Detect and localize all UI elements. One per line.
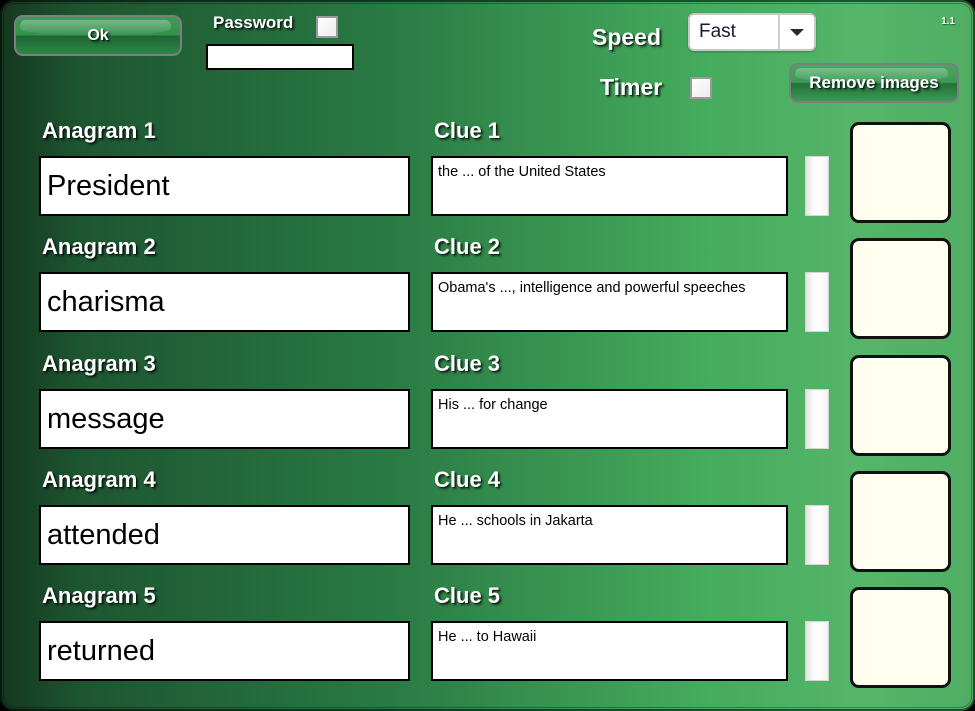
- clue-label: Clue 4: [434, 467, 501, 492]
- anagram-label: Anagram 1: [42, 118, 156, 143]
- ok-button-label: Ok: [87, 27, 109, 44]
- password-label: Password: [213, 13, 294, 32]
- timer-label: Timer: [600, 74, 663, 100]
- anagram-label: Anagram 2: [42, 234, 156, 259]
- clue-label: Clue 5: [434, 583, 501, 608]
- clue-scrollbar[interactable]: [805, 621, 829, 681]
- clue-label: Clue 1: [434, 118, 501, 143]
- clue-scrollbar[interactable]: [805, 156, 829, 216]
- speed-dropdown-value: Fast: [699, 21, 736, 42]
- password-input[interactable]: [206, 44, 354, 70]
- clue-scrollbar[interactable]: [805, 505, 829, 565]
- image-placeholder[interactable]: [850, 122, 951, 223]
- ok-button[interactable]: Ok: [14, 15, 182, 56]
- speed-dropdown[interactable]: Fast: [688, 13, 816, 51]
- clue-label: Clue 2: [434, 234, 501, 259]
- clue-textarea[interactable]: His ... for change: [431, 389, 788, 449]
- clue-textarea[interactable]: He ... schools in Jakarta: [431, 505, 788, 565]
- image-placeholder[interactable]: [850, 471, 951, 572]
- speed-label: Speed: [592, 24, 662, 50]
- anagram-label: Anagram 3: [42, 351, 156, 376]
- anagram-label: Anagram 4: [42, 467, 156, 492]
- anagram-input[interactable]: [39, 389, 410, 449]
- anagram-input[interactable]: [39, 272, 410, 332]
- anagram-label: Anagram 5: [42, 583, 156, 608]
- remove-images-button-label: Remove images: [809, 73, 939, 92]
- clue-textarea[interactable]: Obama's ..., intelligence and powerful s…: [431, 272, 788, 332]
- image-placeholder[interactable]: [850, 587, 951, 688]
- chevron-down-icon: [790, 29, 804, 36]
- anagram-input[interactable]: [39, 505, 410, 565]
- speed-dropdown-arrow-button[interactable]: [778, 15, 814, 49]
- timer-checkbox[interactable]: [690, 77, 712, 99]
- image-placeholder[interactable]: [850, 355, 951, 456]
- clue-textarea[interactable]: He ... to Hawaii: [431, 621, 788, 681]
- anagram-app-window: Ok Password Speed Fast Timer Remove imag…: [0, 0, 975, 711]
- password-checkbox[interactable]: [316, 16, 338, 38]
- image-placeholder[interactable]: [850, 238, 951, 339]
- remove-images-button[interactable]: Remove images: [789, 63, 959, 103]
- clue-label: Clue 3: [434, 351, 501, 376]
- clue-scrollbar[interactable]: [805, 272, 829, 332]
- anagram-input[interactable]: [39, 156, 410, 216]
- clue-scrollbar[interactable]: [805, 389, 829, 449]
- anagram-input[interactable]: [39, 621, 410, 681]
- version-label: 1.1: [941, 16, 955, 27]
- clue-textarea[interactable]: the ... of the United States: [431, 156, 788, 216]
